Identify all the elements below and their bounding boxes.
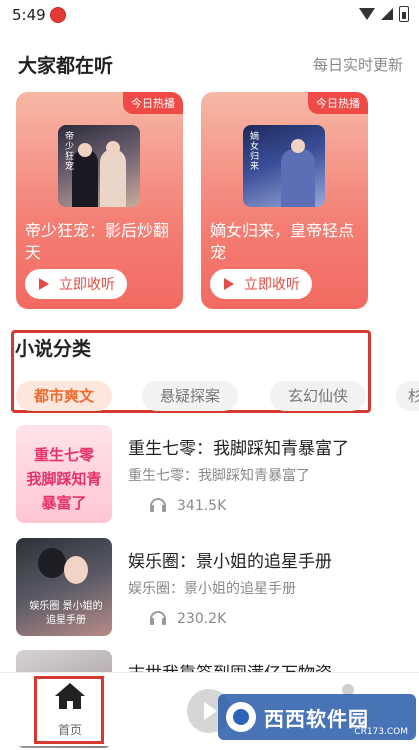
play-icon xyxy=(224,278,234,290)
watermark-text: 西西软件园 xyxy=(264,706,369,731)
book-list-item[interactable]: 重生七零 我脚踩知青 暴富了 重生七零：我脚踩知青暴富了 重生七零：我脚踩知青暴… xyxy=(0,425,419,525)
listen-now-button[interactable]: 立即收听 xyxy=(25,269,127,299)
home-icon[interactable] xyxy=(55,683,85,711)
headphones-icon xyxy=(150,498,166,512)
category-tab[interactable]: 悬疑探案 xyxy=(142,381,238,411)
hot-tag: 今日热播 xyxy=(123,92,183,114)
category-tab[interactable]: 杉 xyxy=(396,381,419,411)
status-time: 5:49 xyxy=(12,6,46,24)
watermark-subtext: CR173.COM xyxy=(354,727,408,737)
tab-home-label[interactable]: 首页 xyxy=(58,721,82,738)
card-cover: 嫡女归来 xyxy=(243,125,325,207)
hot-card[interactable]: 今日热播 帝少狂宠 帝少狂宠：影后炒翻天 立即收听 xyxy=(16,92,183,309)
book-cover: 重生七零 我脚踩知青 暴富了 xyxy=(16,425,112,523)
status-bar: 5:49 xyxy=(0,0,419,28)
app-notification-icon xyxy=(50,7,66,23)
book-list-item[interactable]: 娱乐圈 景小姐的追星手册 娱乐圈：景小姐的追星手册 娱乐圈：景小姐的追星手册 2… xyxy=(0,538,419,638)
popular-section-title: 大家都在听 xyxy=(18,55,114,77)
book-subtitle: 娱乐圈：景小姐的追星手册 xyxy=(128,581,296,597)
headphones-icon xyxy=(150,611,166,625)
play-count: 230.2K xyxy=(177,611,227,627)
category-tab-active[interactable]: 都市爽文 xyxy=(16,381,112,411)
play-count: 341.5K xyxy=(177,498,227,514)
card-title: 帝少狂宠：影后炒翻天 xyxy=(25,221,170,262)
listen-label: 立即收听 xyxy=(244,277,300,293)
listen-label: 立即收听 xyxy=(59,277,115,293)
book-title: 娱乐圈：景小姐的追星手册 xyxy=(128,552,332,572)
watermark-logo-icon xyxy=(226,702,256,732)
play-icon xyxy=(204,702,217,720)
book-title: 重生七零：我脚踩知青暴富了 xyxy=(128,439,349,459)
battery-icon xyxy=(399,6,409,22)
hot-tag: 今日热播 xyxy=(308,92,368,114)
category-tab[interactable]: 玄幻仙侠 xyxy=(270,381,366,411)
wifi-icon xyxy=(359,8,375,20)
play-icon xyxy=(39,278,49,290)
hot-card[interactable]: 今日热播 嫡女归来 嫡女归来，皇帝轻点宠 立即收听 xyxy=(201,92,368,309)
watermark: 西西软件园 CR173.COM xyxy=(218,694,416,740)
signal-icon xyxy=(381,8,393,20)
system-icons xyxy=(359,6,409,22)
book-cover: 娱乐圈 景小姐的追星手册 xyxy=(16,538,112,636)
card-title: 嫡女归来，皇帝轻点宠 xyxy=(210,221,355,262)
listen-now-button[interactable]: 立即收听 xyxy=(210,269,312,299)
popular-section-more[interactable]: 每日实时更新 xyxy=(313,54,403,75)
card-cover: 帝少狂宠 xyxy=(58,125,140,207)
book-subtitle: 重生七零：我脚踩知青暴富了 xyxy=(128,468,310,484)
category-section-title: 小说分类 xyxy=(15,338,92,360)
